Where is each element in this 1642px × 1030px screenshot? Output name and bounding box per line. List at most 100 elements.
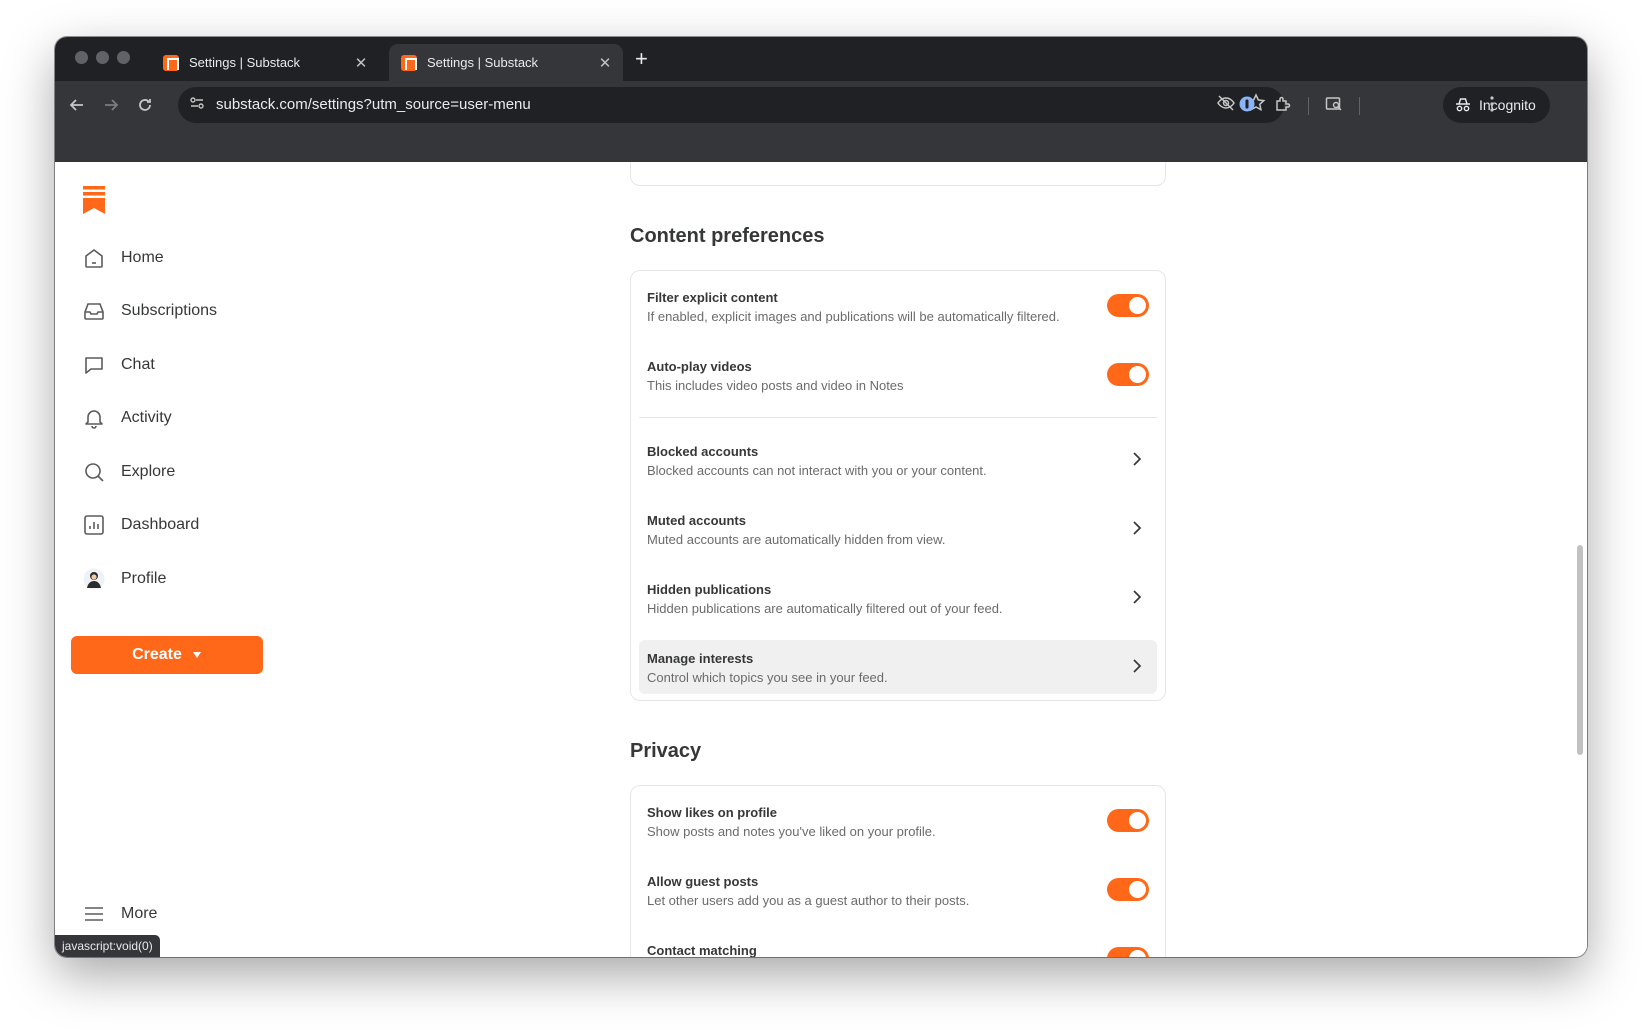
setting-row-hidden-publications[interactable]: Hidden publications Hidden publications … (639, 571, 1157, 625)
setting-label: Muted accounts (647, 513, 746, 528)
setting-row-contact-matching: Contact matching (639, 932, 1157, 957)
forward-icon[interactable] (99, 95, 123, 119)
page-scrollbar[interactable] (1577, 545, 1583, 755)
setting-description: Control which topics you see in your fee… (647, 670, 888, 685)
sidebar-item-more[interactable]: More (81, 900, 157, 928)
tab-settings-1[interactable]: Settings | Substack ✕ (151, 44, 379, 81)
tab-search-icon[interactable] (1322, 95, 1346, 119)
hamburger-menu-icon (81, 901, 107, 927)
sidebar-item-label: Chat (121, 356, 155, 373)
back-icon[interactable] (65, 95, 89, 119)
create-label: Create (132, 646, 182, 663)
setting-row-autoplay-videos: Auto-play videos This includes video pos… (639, 348, 1157, 402)
search-icon (81, 459, 107, 485)
substack-logo-icon[interactable] (83, 186, 105, 214)
home-icon (81, 245, 107, 271)
setting-description: This includes video posts and video in N… (647, 378, 904, 393)
contact-matching-toggle[interactable] (1107, 947, 1149, 957)
extensions-icon[interactable] (1271, 95, 1295, 119)
setting-description: Let other users add you as a guest autho… (647, 893, 970, 908)
site-info-icon[interactable] (187, 95, 207, 115)
content-preferences-card: Filter explicit content If enabled, expl… (630, 270, 1166, 701)
sidebar-item-subscriptions[interactable]: Subscriptions (81, 297, 217, 325)
url-text: substack.com/settings?utm_source=user-me… (216, 96, 531, 113)
inbox-icon (81, 298, 107, 324)
chevron-right-icon (1133, 590, 1142, 604)
window-controls (75, 51, 130, 64)
browser-window: Settings | Substack ✕ Settings | Substac… (55, 37, 1587, 957)
new-tab-button[interactable]: + (635, 48, 648, 70)
address-bar[interactable]: substack.com/settings?utm_source=user-me… (178, 87, 1284, 123)
tab-title: Settings | Substack (189, 55, 301, 70)
status-bar-url: javascript:void(0) (55, 935, 160, 957)
tab-settings-2[interactable]: Settings | Substack ✕ (389, 44, 623, 81)
minimize-window-button[interactable] (96, 51, 109, 64)
close-tab-icon[interactable]: ✕ (351, 54, 371, 72)
setting-label: Auto-play videos (647, 359, 752, 374)
setting-label: Hidden publications (647, 582, 772, 597)
show-likes-toggle[interactable] (1107, 809, 1149, 832)
bell-icon (81, 405, 107, 431)
sidebar-item-label: Profile (121, 570, 167, 587)
caret-down-icon (192, 652, 201, 658)
browser-toolbar: substack.com/settings?utm_source=user-me… (55, 81, 1587, 162)
previous-settings-card (630, 162, 1166, 186)
sidebar-item-chat[interactable]: Chat (81, 351, 155, 379)
dashboard-icon (81, 512, 107, 538)
section-title-content-preferences: Content preferences (630, 225, 825, 247)
substack-favicon-icon (163, 54, 179, 71)
setting-description: Hidden publications are automatically fi… (647, 601, 1003, 616)
password-manager-icon[interactable] (1235, 95, 1259, 119)
section-title-privacy: Privacy (630, 740, 702, 762)
sidebar-item-explore[interactable]: Explore (81, 458, 175, 486)
setting-row-manage-interests[interactable]: Manage interests Control which topics yo… (639, 640, 1157, 694)
kebab-menu-icon[interactable] (1480, 95, 1504, 119)
create-button[interactable]: Create (71, 636, 263, 674)
sidebar-item-label: Home (121, 249, 164, 266)
setting-description: Blocked accounts can not interact with y… (647, 463, 987, 478)
privacy-card: Show likes on profile Show posts and not… (630, 785, 1166, 957)
sidebar-item-label: Activity (121, 409, 172, 426)
page-content: Home Subscriptions Chat Activity Explore… (55, 162, 1587, 957)
setting-label: Manage interests (647, 651, 754, 666)
setting-row-blocked-accounts[interactable]: Blocked accounts Blocked accounts can no… (639, 433, 1157, 487)
setting-description: If enabled, explicit images and publicat… (647, 309, 1060, 324)
sidebar-item-activity[interactable]: Activity (81, 404, 172, 432)
setting-label: Blocked accounts (647, 444, 759, 459)
close-window-button[interactable] (75, 51, 88, 64)
setting-label: Contact matching (647, 943, 757, 957)
chat-icon (81, 352, 107, 378)
sidebar-item-dashboard[interactable]: Dashboard (81, 511, 199, 539)
close-tab-icon[interactable]: ✕ (595, 54, 615, 72)
incognito-icon (1456, 98, 1470, 112)
eye-off-icon[interactable] (1216, 93, 1236, 118)
avatar (81, 566, 107, 592)
setting-row-muted-accounts[interactable]: Muted accounts Muted accounts are automa… (639, 502, 1157, 556)
chevron-right-icon (1133, 452, 1142, 466)
setting-description: Muted accounts are automatically hidden … (647, 532, 946, 547)
setting-label: Allow guest posts (647, 874, 759, 889)
divider (639, 417, 1157, 418)
autoplay-videos-toggle[interactable] (1107, 363, 1149, 386)
substack-favicon-icon (401, 54, 417, 71)
tab-title: Settings | Substack (427, 55, 539, 70)
setting-row-filter-explicit: Filter explicit content If enabled, expl… (639, 279, 1157, 333)
setting-label: Show likes on profile (647, 805, 778, 820)
sidebar-item-label: Dashboard (121, 516, 200, 533)
sidebar-item-label: More (121, 905, 158, 922)
maximize-window-button[interactable] (117, 51, 130, 64)
sidebar-item-label: Subscriptions (121, 302, 218, 319)
reload-icon[interactable] (133, 95, 157, 119)
guest-posts-toggle[interactable] (1107, 878, 1149, 901)
filter-explicit-toggle[interactable] (1107, 294, 1149, 317)
sidebar-item-label: Explore (121, 463, 176, 480)
setting-label: Filter explicit content (647, 290, 778, 305)
sidebar-item-home[interactable]: Home (81, 244, 164, 272)
chevron-right-icon (1133, 521, 1142, 535)
setting-row-show-likes: Show likes on profile Show posts and not… (639, 794, 1157, 848)
chevron-right-icon (1133, 659, 1142, 673)
setting-row-guest-posts: Allow guest posts Let other users add yo… (639, 863, 1157, 917)
sidebar-item-profile[interactable]: Profile (81, 565, 166, 593)
setting-description: Show posts and notes you've liked on you… (647, 824, 936, 839)
tab-strip: Settings | Substack ✕ Settings | Substac… (55, 37, 1587, 81)
